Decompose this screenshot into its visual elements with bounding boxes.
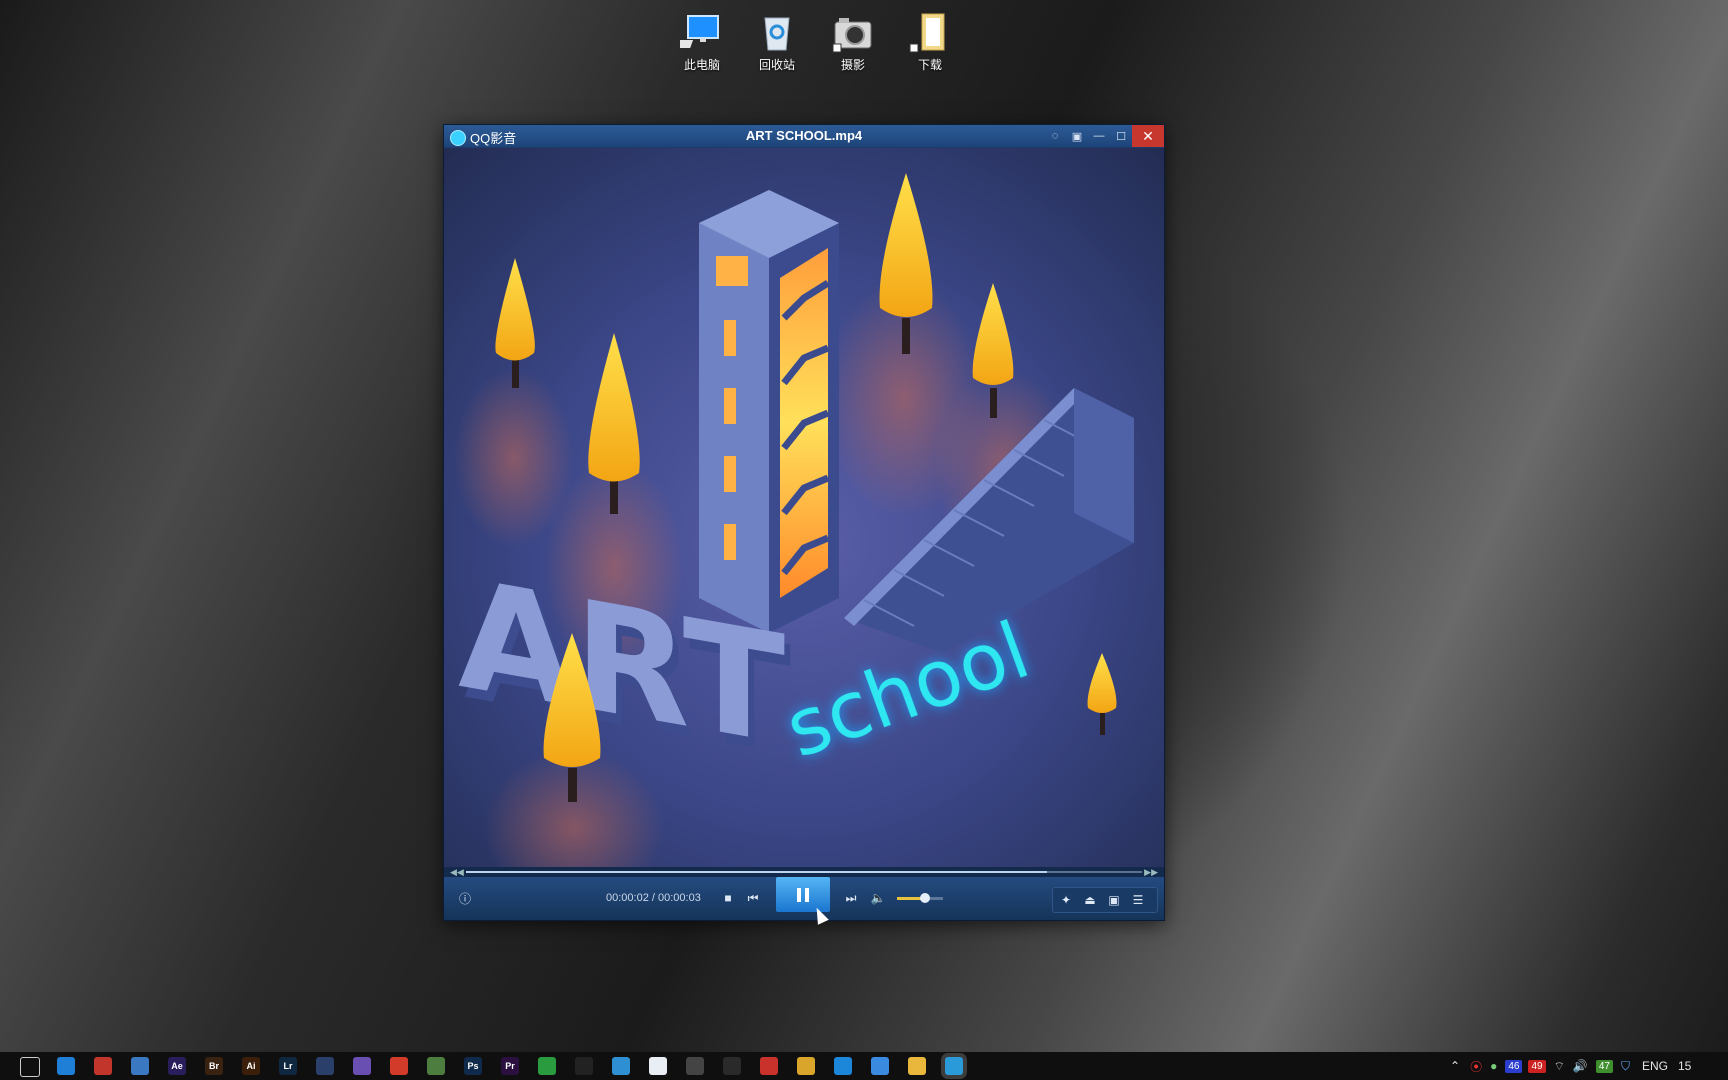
- fast-forward-icon[interactable]: ▶▶: [1144, 867, 1158, 877]
- seek-bar[interactable]: ◀◀ ▶▶: [444, 867, 1164, 877]
- app-thunder-icon[interactable]: [834, 1057, 852, 1075]
- wifi-icon[interactable]: ⌔: [1554, 1059, 1565, 1074]
- after-effects-icon[interactable]: Ae: [168, 1057, 186, 1075]
- folder-icon: [908, 10, 952, 54]
- close-button[interactable]: ✕: [1132, 125, 1164, 147]
- title-bar[interactable]: QQ影音 ART SCHOOL.mp4 ◌ ▣ — ☐ ✕: [444, 125, 1164, 147]
- desktop-icon-downloads[interactable]: 下载: [898, 10, 962, 73]
- tools-icon[interactable]: ✦: [1057, 891, 1075, 909]
- previous-button[interactable]: ⏮: [744, 889, 762, 907]
- control-bar: ⓘ 00:00:02 / 00:00:03 ■ ⏮ ⏭ 🔈 ✦ ⏏ ▣ ☰: [444, 877, 1164, 920]
- rewind-icon[interactable]: ◀◀: [450, 867, 464, 877]
- speaker-icon[interactable]: 🔊: [1573, 1059, 1588, 1073]
- volume-icon[interactable]: 🔈: [869, 889, 887, 907]
- app-purple-icon[interactable]: [353, 1057, 371, 1075]
- tray-badge-47[interactable]: 47: [1595, 1059, 1613, 1073]
- desktop-icon-recycle-bin[interactable]: 回收站: [745, 10, 809, 73]
- app-green-icon[interactable]: [427, 1057, 445, 1075]
- app-red-icon[interactable]: [94, 1057, 112, 1075]
- desktop-icon-camera[interactable]: 摄影: [821, 10, 885, 73]
- next-button[interactable]: ⏭: [842, 889, 860, 907]
- maximize-button[interactable]: ☐: [1110, 125, 1132, 147]
- time-display: 00:00:02 / 00:00:03: [606, 892, 701, 904]
- mini-mode-icon[interactable]: ▣: [1066, 125, 1088, 147]
- pause-icon: [797, 887, 801, 902]
- shield-icon[interactable]: ⛉: [1621, 1059, 1630, 1074]
- bridge-icon[interactable]: Br: [205, 1057, 223, 1075]
- system-tray: ⌃ ⦿ ● 46 49 ⌔ 🔊 47 ⛉ ENG 15: [1450, 1052, 1691, 1080]
- screen-mode-icon[interactable]: ▣: [1105, 891, 1123, 909]
- lightroom-icon[interactable]: Lr: [279, 1057, 297, 1075]
- desktop-icon-label: 下载: [917, 58, 942, 72]
- recorder-icon[interactable]: [390, 1057, 408, 1075]
- seek-progress: [466, 871, 1048, 873]
- tray-badge-46[interactable]: 46: [1505, 1059, 1523, 1073]
- desktop-icon-label: 摄影: [840, 58, 865, 72]
- task-view-icon[interactable]: [20, 1057, 40, 1077]
- tray-chevron-icon[interactable]: ⌃: [1450, 1059, 1460, 1073]
- app-cloud-icon[interactable]: [612, 1057, 630, 1075]
- tray-app-icon[interactable]: ●: [1490, 1059, 1497, 1073]
- tray-badge-49[interactable]: 49: [1528, 1059, 1546, 1073]
- app-red2-icon[interactable]: [760, 1057, 778, 1075]
- chat-icon[interactable]: ◌: [1044, 125, 1066, 147]
- tray-record-icon[interactable]: ⦿: [1470, 1058, 1482, 1075]
- taskbar: Ae Br Ai Lr Ps Pr ⌃ ⦿ ● 46 49 ⌔ 🔊 47 ⛉ ENG 15: [0, 1052, 1728, 1080]
- desktop-icon-computer[interactable]: 此电脑: [670, 10, 734, 73]
- photoshop-icon[interactable]: Ps: [464, 1057, 482, 1075]
- edge-icon[interactable]: [57, 1057, 75, 1075]
- volume-knob[interactable]: [919, 893, 930, 903]
- wechat-icon[interactable]: [538, 1057, 556, 1075]
- playlist-icon[interactable]: ☰: [1129, 891, 1147, 909]
- pause-icon-bar: [805, 887, 809, 902]
- desktop-icon-label: 回收站: [758, 58, 795, 72]
- qq-icon[interactable]: [575, 1057, 593, 1075]
- chrome-icon[interactable]: [797, 1057, 815, 1075]
- input-language[interactable]: ENG: [1642, 1059, 1668, 1073]
- camera-icon: [831, 10, 875, 54]
- explorer-icon[interactable]: [908, 1057, 926, 1075]
- stop-button[interactable]: ■: [719, 889, 737, 907]
- illustrator-icon[interactable]: Ai: [242, 1057, 260, 1075]
- app-colorful-icon[interactable]: [723, 1057, 741, 1075]
- footprint-icon[interactable]: ⓘ: [456, 889, 474, 907]
- tool-group: ✦ ⏏ ▣ ☰: [1052, 887, 1158, 913]
- computer-icon: [670, 10, 724, 54]
- volume-slider[interactable]: [897, 893, 943, 903]
- app-blue-circle-icon[interactable]: [871, 1057, 889, 1075]
- c4d-icon[interactable]: [316, 1057, 334, 1075]
- recycle-bin-icon: [755, 10, 799, 54]
- video-artwork: ART ART school: [444, 148, 1164, 867]
- app-baidu-icon[interactable]: [649, 1057, 667, 1075]
- video-frame[interactable]: ART ART school: [444, 148, 1164, 867]
- eject-icon[interactable]: ⏏: [1081, 891, 1099, 909]
- app-blue-icon[interactable]: [131, 1057, 149, 1075]
- qqplayer-icon[interactable]: [945, 1057, 963, 1075]
- calculator-icon[interactable]: [686, 1057, 704, 1075]
- qqplayer-window[interactable]: QQ影音 ART SCHOOL.mp4 ◌ ▣ — ☐ ✕ ART ART sc…: [443, 124, 1165, 921]
- desktop-icon-label: 此电脑: [683, 58, 720, 72]
- clock[interactable]: 15: [1678, 1059, 1691, 1073]
- premiere-icon[interactable]: Pr: [501, 1057, 519, 1075]
- minimize-button[interactable]: —: [1088, 125, 1110, 147]
